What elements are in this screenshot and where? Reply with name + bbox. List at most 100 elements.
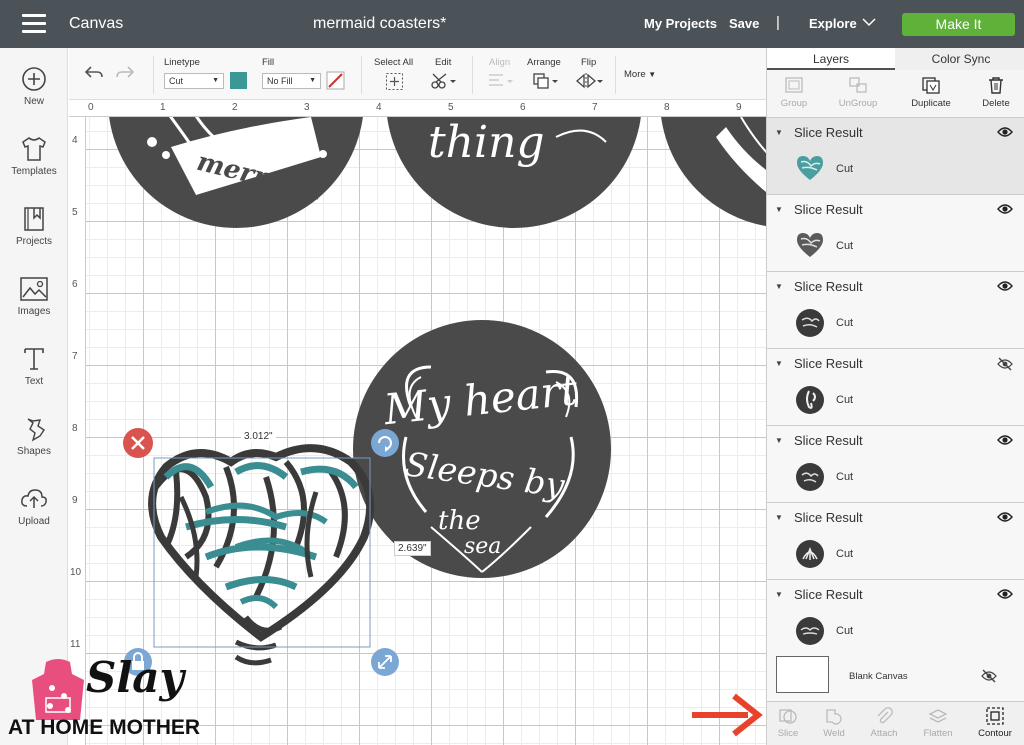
ruler-mark: 4 <box>376 102 382 113</box>
sidebar-label-templates: Templates <box>11 166 57 177</box>
coaster-partial[interactable] <box>660 117 766 228</box>
eye-icon[interactable] <box>997 511 1013 523</box>
slice-label: Slice <box>777 728 799 739</box>
ruler-mark: 5 <box>448 102 454 113</box>
coaster-text-thing: thing <box>428 117 545 168</box>
weld-button[interactable]: Weld <box>809 706 859 739</box>
weld-label: Weld <box>823 728 845 739</box>
layer-type: Cut <box>836 394 854 406</box>
ruler-mark: 2 <box>232 102 238 113</box>
flip-icon[interactable] <box>575 72 605 90</box>
make-it-button[interactable]: Make It <box>902 13 1015 36</box>
attach-button[interactable]: Attach <box>859 706 909 739</box>
delete-button[interactable]: Delete <box>966 76 1024 109</box>
sidebar-item-shapes[interactable]: Shapes <box>0 416 68 457</box>
align-icon[interactable] <box>487 72 515 90</box>
eye-hidden-icon[interactable] <box>997 357 1013 371</box>
eye-icon[interactable] <box>997 588 1013 600</box>
layer-type: Cut <box>836 625 854 637</box>
group-button[interactable]: Group <box>764 76 824 109</box>
sidebar-item-templates[interactable]: Templates <box>0 136 68 177</box>
layer-thumbnail <box>797 156 823 180</box>
eye-icon[interactable] <box>997 280 1013 292</box>
collapse-caret-icon[interactable]: ▼ <box>775 128 783 137</box>
eye-icon[interactable] <box>997 203 1013 215</box>
layer-title: Slice Result <box>794 125 863 140</box>
edit-scissors-icon[interactable] <box>430 72 458 90</box>
hamburger-menu-icon[interactable] <box>22 14 46 34</box>
ruler-mark: 0 <box>88 102 94 113</box>
top-header: Canvas mermaid coasters* My Projects Sav… <box>0 0 1024 48</box>
sidebar-label-new: New <box>23 96 44 107</box>
flatten-button[interactable]: Flatten <box>913 706 963 739</box>
layers-panel: Layers Color Sync Group UnGroup Duplicat… <box>766 48 1024 745</box>
collapse-caret-icon[interactable]: ▼ <box>775 436 783 445</box>
layer-group[interactable]: ▼ Slice Result Cut <box>767 349 1024 426</box>
duplicate-button[interactable]: Duplicate <box>901 76 961 109</box>
blank-canvas-row[interactable]: Blank Canvas <box>767 649 1024 701</box>
fill-select[interactable]: No Fill ▼ <box>262 73 321 89</box>
select-all-icon[interactable] <box>385 72 404 91</box>
layer-group[interactable]: ▼ Slice Result Cut <box>767 426 1024 503</box>
eye-icon[interactable] <box>997 126 1013 138</box>
more-button[interactable]: More ▼ <box>624 69 656 80</box>
collapse-caret-icon[interactable]: ▼ <box>775 590 783 599</box>
layer-group[interactable]: ▼ Slice Result Cut <box>767 118 1024 195</box>
linetype-value: Cut <box>169 76 184 86</box>
layer-group[interactable]: ▼ Slice Result Cut <box>767 503 1024 580</box>
contour-button[interactable]: Contour <box>970 706 1020 739</box>
tab-color-sync[interactable]: Color Sync <box>897 48 1024 70</box>
toolbar-divider <box>361 56 362 94</box>
sliced-heart-artwork[interactable] <box>148 444 375 666</box>
sidebar-label-shapes: Shapes <box>17 446 51 457</box>
ruler-mark: 8 <box>72 423 78 434</box>
select-all-label: Select All <box>374 57 414 68</box>
sidebar-item-new[interactable]: New <box>0 66 68 107</box>
ruler-mark: 6 <box>72 279 78 290</box>
sidebar-label-text: Text <box>24 376 44 387</box>
explore-button[interactable]: Explore <box>809 16 857 31</box>
layer-group[interactable]: ▼ Slice Result Cut <box>767 195 1024 272</box>
toolbar-divider <box>153 56 154 94</box>
eye-icon[interactable] <box>997 434 1013 446</box>
layer-group[interactable]: ▼ Slice Result Cut <box>767 580 1024 657</box>
collapse-caret-icon[interactable]: ▼ <box>775 205 783 214</box>
image-icon <box>20 277 48 301</box>
blank-canvas-swatch <box>776 656 829 693</box>
eye-hidden-icon[interactable] <box>981 669 997 683</box>
sidebar-item-upload[interactable]: Upload <box>0 486 68 527</box>
rotate-handle[interactable] <box>371 429 399 457</box>
apron-icon <box>32 659 84 720</box>
slice-button[interactable]: Slice <box>763 706 813 739</box>
sidebar-item-images[interactable]: Images <box>0 276 68 317</box>
layer-thumbnail <box>797 233 823 257</box>
delete-handle[interactable] <box>123 428 153 458</box>
linetype-color-swatch[interactable] <box>230 72 247 89</box>
redo-icon[interactable] <box>114 64 136 82</box>
save-button[interactable]: Save <box>729 16 759 31</box>
arrange-icon[interactable] <box>532 72 560 90</box>
no-fill-swatch-icon[interactable] <box>326 71 345 90</box>
ruler-mark: 4 <box>72 135 78 146</box>
collapse-caret-icon[interactable]: ▼ <box>775 359 783 368</box>
upload-icon <box>21 489 47 508</box>
collapse-caret-icon[interactable]: ▼ <box>775 282 783 291</box>
sidebar-item-text[interactable]: Text <box>0 346 68 387</box>
linetype-select[interactable]: Cut ▼ <box>164 73 224 89</box>
tab-layers[interactable]: Layers <box>767 48 895 70</box>
resize-handle[interactable] <box>371 648 399 676</box>
duplicate-label: Duplicate <box>911 98 951 109</box>
sidebar-item-projects[interactable]: Projects <box>0 206 68 247</box>
undo-icon[interactable] <box>83 64 105 82</box>
layer-group[interactable]: ▼ Slice Result Cut <box>767 272 1024 349</box>
coaster-thing[interactable]: thing <box>386 117 642 228</box>
collapse-caret-icon[interactable]: ▼ <box>775 513 783 522</box>
coaster-mermaid[interactable]: mermaid <box>108 117 364 228</box>
my-projects-link[interactable]: My Projects <box>644 16 717 31</box>
top-ruler: 0 1 2 3 4 5 6 7 8 9 <box>69 100 766 117</box>
layer-actions: Group UnGroup Duplicate Delete <box>767 70 1024 118</box>
chevron-down-icon[interactable] <box>861 14 877 30</box>
ungroup-button[interactable]: UnGroup <box>828 76 888 109</box>
layer-type: Cut <box>836 548 854 560</box>
edit-toolbar: Linetype Cut ▼ Fill No Fill ▼ Select All E… <box>69 48 766 100</box>
